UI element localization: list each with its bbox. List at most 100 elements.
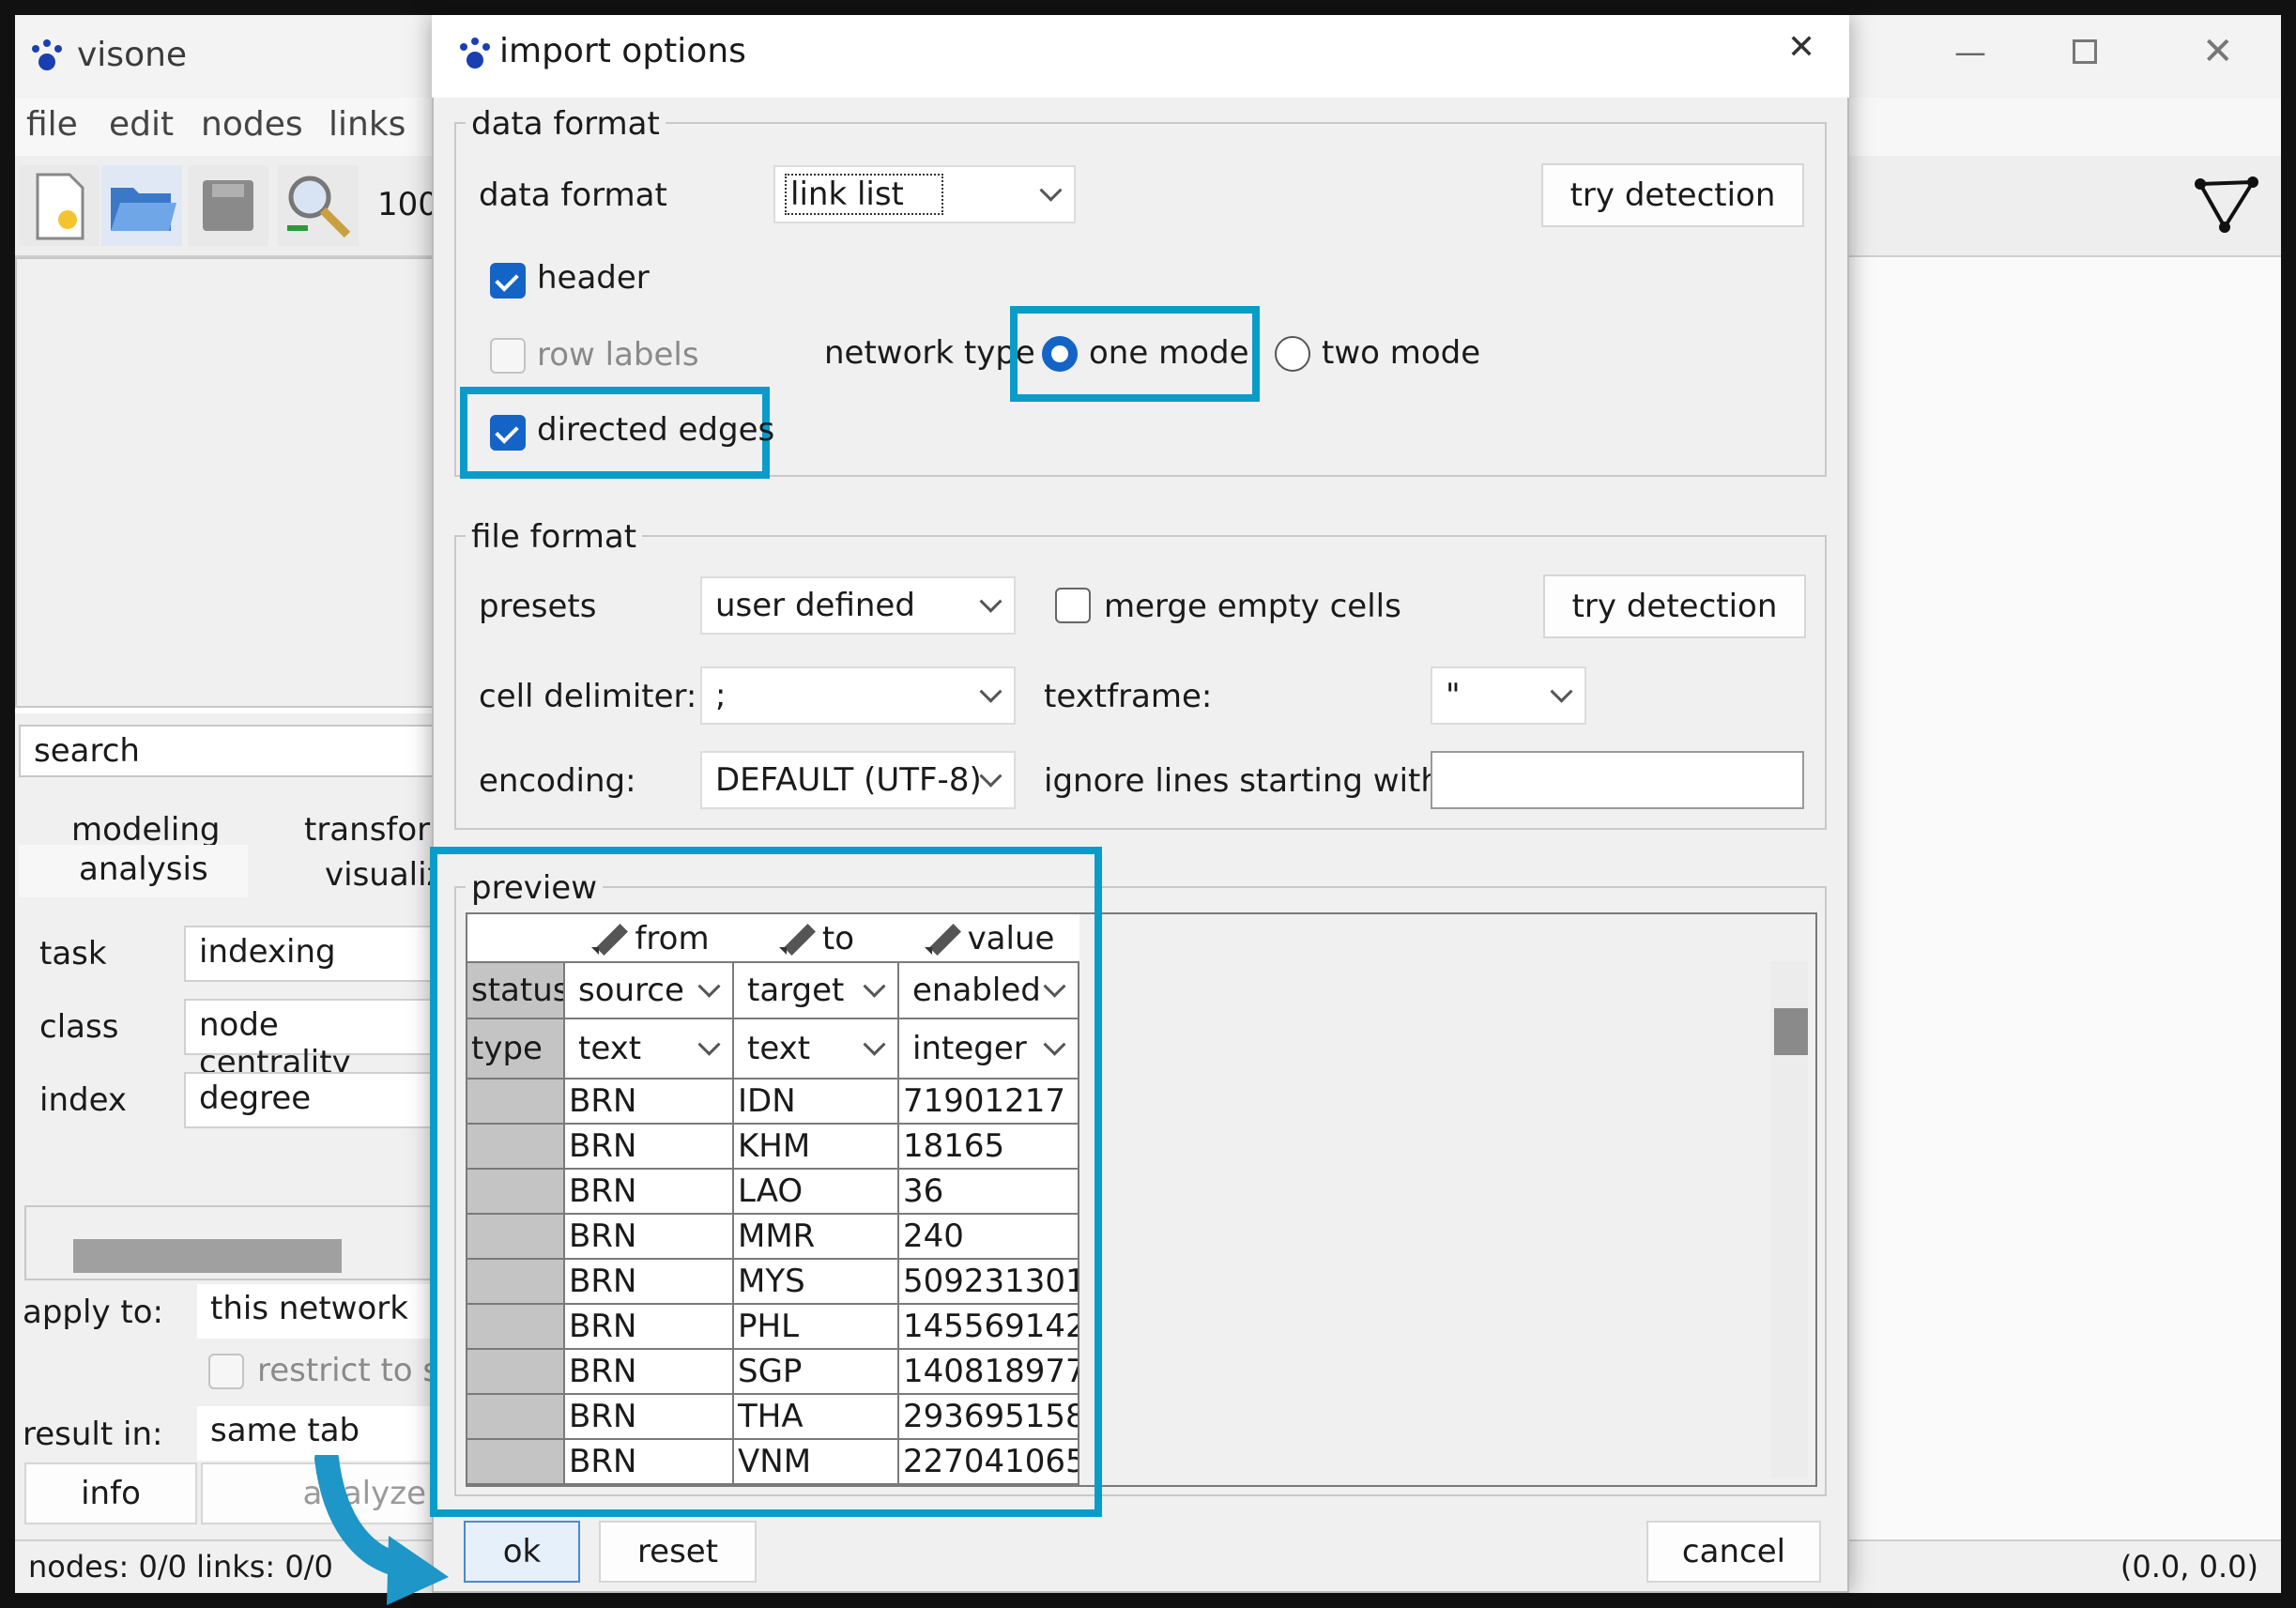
restrict-checkbox[interactable] (208, 1354, 244, 1389)
index-label: index (39, 1081, 128, 1119)
minimize-icon[interactable]: — (1954, 34, 1986, 71)
class-select[interactable]: node centrality (184, 999, 447, 1081)
index-select[interactable]: degree (184, 1072, 447, 1128)
magnifier-icon (287, 176, 351, 238)
new-file-icon (36, 173, 84, 240)
data-format-select[interactable]: link list (773, 165, 1076, 223)
tab-modeling[interactable]: modeling (71, 811, 220, 849)
status-counts: nodes: 0/0 links: 0/0 (28, 1549, 333, 1585)
close-window-icon[interactable]: ✕ (2202, 30, 2234, 73)
chevron-down-icon (979, 764, 1003, 788)
dialog-title: import options (499, 32, 746, 70)
checkmark-icon (495, 268, 519, 292)
close-dialog-icon[interactable]: ✕ (1787, 28, 1815, 67)
textframe-value: " (1446, 677, 1461, 714)
header-checkbox[interactable] (490, 263, 526, 299)
data-format-value: link list (785, 174, 943, 215)
network-type-label: network type (824, 334, 1035, 372)
merge-empty-cells-label: merge empty cells (1104, 588, 1401, 625)
chevron-down-icon (979, 680, 1003, 703)
info-button-label: info (81, 1475, 141, 1512)
app-title: visone (77, 36, 188, 74)
network-canvas[interactable] (15, 257, 437, 708)
menu-nodes[interactable]: nodes (201, 105, 303, 144)
presets-label: presets (479, 588, 597, 625)
network-layout-icon[interactable] (2193, 175, 2264, 237)
try-detection-format-button[interactable]: try detection (1541, 163, 1804, 227)
result-in-value: same tab (210, 1412, 360, 1449)
result-in-select[interactable]: same tab (197, 1406, 447, 1461)
directed-edges-checkbox[interactable] (490, 415, 526, 451)
apply-to-label: apply to: (23, 1294, 163, 1331)
class-label: class (39, 1008, 119, 1046)
directed-edges-label: directed edges (537, 411, 775, 449)
visone-logo-icon (460, 38, 490, 69)
visone-logo-icon (32, 39, 62, 70)
file-format-legend: file format (466, 518, 643, 556)
ignore-lines-label: ignore lines starting with: (1044, 762, 1452, 800)
menu-edit[interactable]: edit (109, 105, 174, 144)
chevron-down-icon (979, 590, 1003, 613)
ignore-lines-input[interactable] (1431, 751, 1804, 809)
menu-links[interactable]: links (329, 105, 406, 144)
chevron-down-icon (1039, 178, 1063, 202)
index-value: degree (199, 1080, 312, 1117)
row-labels-label: row labels (537, 336, 699, 374)
cell-delimiter-select[interactable]: ; (700, 666, 1016, 725)
class-value: node centrality (199, 1006, 351, 1081)
try-detection-label: try detection (1569, 176, 1776, 214)
ok-button[interactable]: ok (464, 1521, 580, 1583)
save-button[interactable] (188, 165, 268, 246)
pointer-arrow-icon (314, 1455, 449, 1605)
two-mode-radio[interactable] (1275, 336, 1310, 372)
cell-delimiter-label: cell delimiter: (479, 678, 697, 715)
maximize-icon[interactable] (2073, 39, 2097, 64)
one-mode-radio[interactable] (1042, 336, 1078, 372)
zoom-button[interactable] (278, 165, 359, 246)
open-file-button[interactable] (101, 165, 182, 246)
task-label: task (39, 935, 107, 972)
task-select[interactable]: indexing (184, 926, 447, 982)
ok-button-label: ok (502, 1533, 542, 1570)
try-detection-file-button[interactable]: try detection (1543, 574, 1806, 638)
two-mode-label: two mode (1322, 334, 1481, 372)
search-input[interactable]: search (19, 725, 437, 777)
menu-file[interactable]: file (26, 105, 78, 144)
search-placeholder: search (34, 732, 140, 770)
checkmark-icon (495, 420, 519, 444)
horizontal-scrollbar-thumb[interactable] (73, 1239, 342, 1273)
cell-delimiter-value: ; (715, 677, 727, 714)
one-mode-label: one mode (1089, 334, 1249, 372)
dialog-titlebar: import options ✕ (432, 15, 1849, 98)
reset-button-label: reset (636, 1533, 719, 1570)
try-detection-label: try detection (1571, 588, 1778, 625)
textframe-select[interactable]: " (1431, 666, 1586, 725)
presets-select[interactable]: user defined (700, 576, 1016, 635)
info-button[interactable]: info (24, 1463, 197, 1524)
open-folder-icon (111, 188, 176, 231)
cancel-button[interactable]: cancel (1646, 1521, 1821, 1583)
apply-to-value: this network (210, 1290, 408, 1327)
apply-to-select[interactable]: this network (197, 1284, 447, 1339)
status-coordinates: (0.0, 0.0) (2120, 1549, 2258, 1585)
data-format-legend: data format (466, 105, 666, 143)
network-canvas-right[interactable] (1849, 257, 2281, 1543)
reset-button[interactable]: reset (599, 1521, 757, 1583)
vertical-scrollbar-thumb[interactable] (1774, 1008, 1808, 1055)
presets-value: user defined (715, 587, 915, 624)
row-labels-checkbox[interactable] (490, 338, 526, 374)
merge-empty-cells-checkbox[interactable] (1055, 588, 1091, 623)
encoding-value: DEFAULT (UTF-8) (715, 761, 982, 799)
data-format-label: data format (479, 176, 667, 214)
encoding-select[interactable]: DEFAULT (UTF-8) (700, 751, 1016, 809)
textframe-label: textframe: (1044, 678, 1213, 715)
save-disk-icon (203, 180, 253, 231)
preview-highlight (430, 847, 1102, 1517)
header-label: header (537, 259, 650, 297)
task-value: indexing (199, 933, 336, 971)
tab-analysis[interactable]: analysis (79, 850, 208, 888)
new-file-button[interactable] (19, 165, 99, 246)
encoding-label: encoding: (479, 762, 636, 800)
result-in-label: result in: (23, 1416, 163, 1453)
cancel-button-label: cancel (1681, 1533, 1786, 1570)
